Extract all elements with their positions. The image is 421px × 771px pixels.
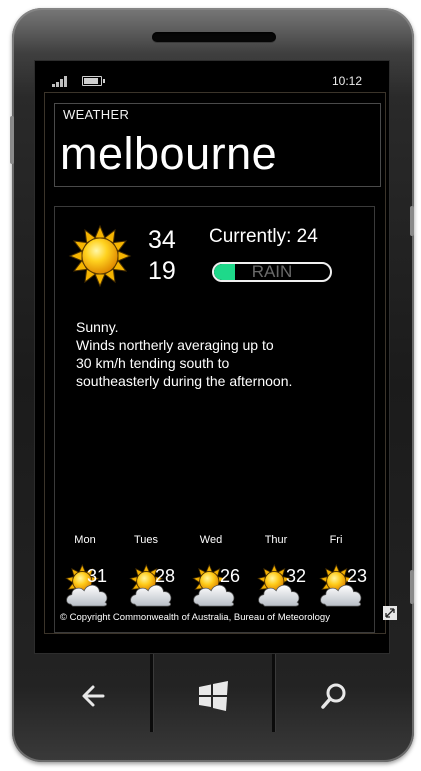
earpiece-speaker: [152, 32, 276, 42]
day-label-mon: Mon: [74, 534, 96, 546]
power-button[interactable]: [410, 206, 414, 236]
expand-icon[interactable]: [383, 606, 397, 620]
forecast-line: 30 km/h tending south to: [76, 355, 230, 371]
temp-low: 19: [148, 257, 176, 285]
windows-logo-icon[interactable]: [193, 676, 233, 716]
button-divider: [272, 654, 275, 732]
forecast-line: southeasterly during the afternoon.: [76, 373, 293, 389]
day-label-thur: Thur: [264, 534, 288, 546]
day-temp-thur: 32: [286, 566, 307, 586]
current-temp: Currently: 24: [209, 226, 318, 247]
day-label-fri: Fri: [329, 534, 343, 546]
status-time: 10:12: [331, 74, 362, 88]
rain-label: RAIN: [251, 262, 293, 281]
search-icon[interactable]: [314, 676, 354, 716]
day-temp-tues: 28: [155, 566, 176, 586]
back-arrow-icon[interactable]: [74, 676, 114, 716]
battery-icon: [82, 76, 105, 86]
day-temp-mon: 31: [87, 566, 108, 586]
signal-icon: [52, 75, 70, 87]
button-divider: [150, 654, 153, 732]
forecast-text: Sunny. Winds northerly averaging up to 3…: [76, 318, 346, 390]
forecast-line: Winds northerly averaging up to: [76, 337, 274, 353]
camera-button[interactable]: [410, 570, 414, 604]
copyright-notice: © Copyright Commonwealth of Australia, B…: [60, 612, 330, 623]
volume-button[interactable]: [10, 116, 14, 164]
sunny-icon: [68, 224, 132, 288]
city-name[interactable]: melbourne: [60, 128, 277, 180]
day-label-wed: Wed: [199, 534, 223, 546]
day-label-tues: Tues: [133, 534, 159, 546]
rain-meter: RAIN: [212, 262, 332, 282]
status-bar: 10:12: [46, 72, 376, 90]
day-temp-wed: 26: [220, 566, 241, 586]
temp-high: 34: [148, 226, 176, 254]
app-title: WEATHER: [63, 107, 130, 122]
forecast-line: Sunny.: [76, 319, 119, 335]
day-temp-fri: 23: [347, 566, 368, 586]
